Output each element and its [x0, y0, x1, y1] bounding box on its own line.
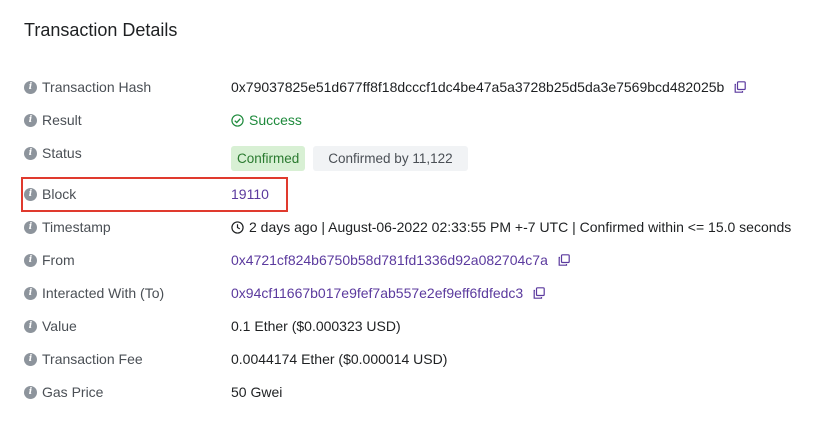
- row-transaction-fee: i Transaction Fee 0.0044174 Ether ($0.00…: [0, 347, 836, 371]
- confirmations-badge: Confirmed by 11,122: [313, 145, 468, 171]
- interacted-with-label: Interacted With (To): [42, 285, 165, 301]
- value-container: 19110: [231, 182, 269, 206]
- status-label: Status: [42, 145, 82, 161]
- row-status: i Status Confirmed Confirmed by 11,122: [0, 141, 836, 171]
- value-container: Confirmed Confirmed by 11,122: [231, 144, 468, 172]
- row-timestamp: i Timestamp 2 days ago | August-06-2022 …: [0, 215, 836, 239]
- label-container: i From: [24, 248, 75, 272]
- value-container: 0x4721cf824b6750b58d781fd1336d92a082704c…: [231, 248, 570, 272]
- block-label: Block: [42, 186, 77, 202]
- info-icon[interactable]: i: [24, 146, 37, 160]
- info-icon[interactable]: i: [24, 352, 37, 366]
- result-status: Success: [231, 112, 302, 128]
- info-icon[interactable]: i: [24, 113, 37, 127]
- from-address-link[interactable]: 0x4721cf824b6750b58d781fd1336d92a082704c…: [231, 252, 548, 268]
- value-container: 0.0044174 Ether ($0.000014 USD): [231, 347, 447, 371]
- timestamp-label: Timestamp: [42, 219, 111, 235]
- status-badge: Confirmed: [231, 145, 306, 171]
- info-icon[interactable]: i: [24, 253, 37, 267]
- to-address-link[interactable]: 0x94cf11667b017e9fef7ab557e2ef9eff6fdfed…: [231, 285, 523, 301]
- label-container: i Timestamp: [24, 215, 111, 239]
- row-result: i Result Success: [0, 108, 836, 132]
- info-icon[interactable]: i: [24, 80, 37, 94]
- row-transaction-hash: i Transaction Hash 0x79037825e51d677ff8f…: [0, 75, 836, 99]
- gas-price-value: 50 Gwei: [231, 384, 283, 400]
- from-label: From: [42, 252, 75, 268]
- result-value: Success: [249, 112, 302, 128]
- transaction-hash-value: 0x79037825e51d677ff8f18dcccf1dc4be47a5a3…: [231, 79, 725, 95]
- block-link[interactable]: 19110: [231, 186, 269, 202]
- transaction-fee-label: Transaction Fee: [42, 351, 143, 367]
- row-gas-price: i Gas Price 50 Gwei: [0, 380, 836, 404]
- copy-icon[interactable]: [734, 81, 747, 93]
- value-container: 2 days ago | August-06-2022 02:33:55 PM …: [231, 215, 791, 239]
- info-icon[interactable]: i: [24, 286, 37, 300]
- label-container: i Value: [24, 314, 77, 338]
- label-container: i Result: [24, 108, 82, 132]
- label-container: i Transaction Hash: [24, 75, 151, 99]
- value-container: 50 Gwei: [231, 380, 282, 404]
- row-from: i From 0x4721cf824b6750b58d781fd1336d92a…: [0, 248, 836, 272]
- value-container: 0.1 Ether ($0.000323 USD): [231, 314, 401, 338]
- copy-icon[interactable]: [533, 287, 546, 299]
- row-block: i Block 19110: [0, 182, 836, 206]
- label-container: i Transaction Fee: [24, 347, 143, 371]
- transaction-hash-label: Transaction Hash: [42, 79, 152, 95]
- value-label: Value: [42, 318, 77, 334]
- info-icon[interactable]: i: [24, 220, 37, 234]
- info-icon[interactable]: i: [24, 319, 37, 333]
- row-value: i Value 0.1 Ether ($0.000323 USD): [0, 314, 836, 338]
- label-container: i Status: [24, 141, 82, 165]
- copy-icon[interactable]: [558, 254, 570, 266]
- value-container: 0x79037825e51d677ff8f18dcccf1dc4be47a5a3…: [231, 75, 747, 99]
- page-title: Transaction Details: [24, 20, 178, 40]
- timestamp-value: 2 days ago | August-06-2022 02:33:55 PM …: [249, 219, 792, 235]
- row-interacted-with: i Interacted With (To) 0x94cf11667b017e9…: [0, 281, 836, 305]
- check-circle-icon: [231, 113, 244, 127]
- gas-price-label: Gas Price: [42, 384, 104, 400]
- info-icon[interactable]: i: [24, 187, 37, 201]
- result-label: Result: [42, 112, 82, 128]
- value-container: Success: [231, 108, 302, 132]
- transaction-fee-value: 0.0044174 Ether ($0.000014 USD): [231, 351, 448, 367]
- label-container: i Block: [24, 182, 76, 206]
- clock-icon: [231, 220, 244, 234]
- label-container: i Gas Price: [24, 380, 103, 404]
- value-container: 0x94cf11667b017e9fef7ab557e2ef9eff6fdfed…: [231, 281, 546, 305]
- value-amount: 0.1 Ether ($0.000323 USD): [231, 318, 401, 334]
- info-icon[interactable]: i: [24, 385, 37, 399]
- label-container: i Interacted With (To): [24, 281, 164, 305]
